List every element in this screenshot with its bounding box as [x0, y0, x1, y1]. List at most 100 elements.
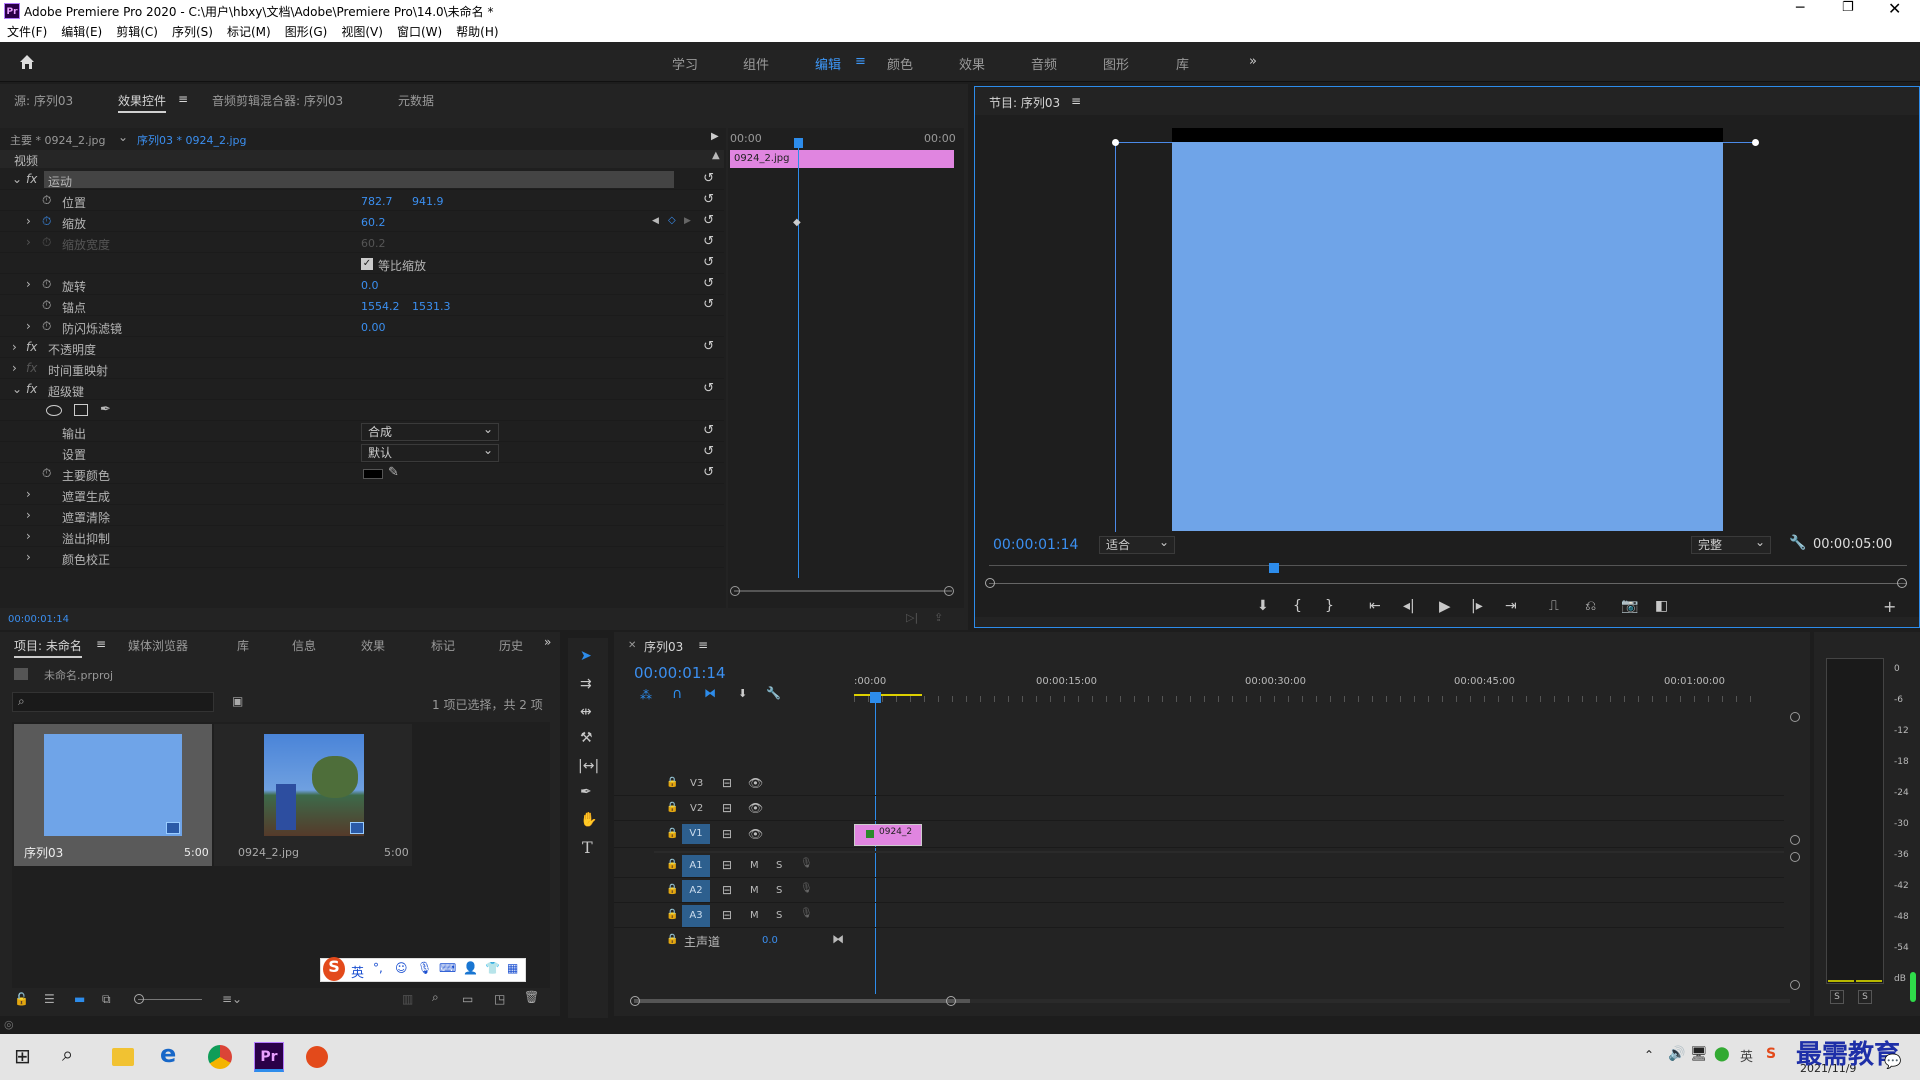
panel-menu-icon[interactable]: ≡: [96, 637, 106, 651]
chrome-icon[interactable]: [208, 1045, 232, 1069]
menu-help[interactable]: 帮助(H): [449, 22, 505, 42]
reset-icon[interactable]: ↺: [703, 423, 714, 438]
ime-keyboard-icon[interactable]: ⌨: [439, 961, 456, 975]
sogou-tray-icon[interactable]: S: [1766, 1046, 1776, 1062]
track-lock-icon[interactable]: 🔒: [666, 934, 678, 945]
network-icon[interactable]: 🖥: [1690, 1046, 1708, 1062]
mute-button[interactable]: M: [750, 885, 759, 896]
filter-icon[interactable]: ▷|: [906, 611, 918, 624]
color-correct-row[interactable]: › 颜色校正: [0, 547, 724, 568]
lift-icon[interactable]: ⎍: [1549, 598, 1559, 614]
reset-icon[interactable]: ↺: [703, 444, 714, 459]
workspace-assembly[interactable]: 组件: [743, 54, 769, 73]
trash-icon[interactable]: 🗑: [524, 990, 539, 1004]
type-tool-icon[interactable]: T: [582, 838, 593, 857]
project-item-image[interactable]: 0924_2.jpg 5:00: [214, 724, 412, 866]
scroll-handle-left[interactable]: [985, 578, 995, 588]
nest-icon[interactable]: ⁂: [640, 688, 652, 702]
restore-button[interactable]: ❐: [1842, 0, 1854, 15]
workspace-libraries[interactable]: 库: [1176, 54, 1189, 73]
track-lock-icon[interactable]: 🔒: [666, 828, 678, 839]
project-search-input[interactable]: ⌕: [12, 692, 214, 712]
mark-in-icon[interactable]: {: [1293, 598, 1302, 614]
tab-libraries[interactable]: 库: [237, 637, 249, 654]
stopwatch-active-icon[interactable]: ⏱: [42, 214, 51, 229]
menu-view[interactable]: 视图(V): [334, 22, 390, 42]
video-frame[interactable]: [1172, 142, 1723, 531]
eye-icon[interactable]: 👁: [748, 827, 763, 841]
solo-button[interactable]: S: [776, 910, 782, 921]
ime-skin-icon[interactable]: 👕: [485, 961, 500, 975]
timeline-clip[interactable]: 0924_2: [854, 824, 922, 846]
settings-wrench-icon[interactable]: 🔧: [766, 686, 781, 700]
linked-selection-icon[interactable]: ⧓: [704, 686, 716, 700]
rotation-value[interactable]: 0.0: [361, 279, 379, 292]
mini-scrollbar[interactable]: [734, 590, 952, 592]
timeline-ruler[interactable]: :00:00 00:00:15:00 00:00:30:00 00:00:45:…: [854, 672, 1784, 702]
pen-tool-icon[interactable]: ✒: [580, 784, 592, 800]
twirl-closed-icon[interactable]: ›: [12, 340, 17, 354]
stopwatch-icon[interactable]: ⏱: [42, 298, 51, 313]
twirl-closed-icon[interactable]: ›: [26, 508, 31, 522]
tab-project[interactable]: 项目: 未命名: [14, 637, 82, 658]
ime-emoji-icon[interactable]: ☺: [395, 961, 408, 975]
opacity-row[interactable]: › fx 不透明度 ↺: [0, 337, 724, 358]
ellipse-mask-icon[interactable]: [46, 405, 62, 416]
project-item-sequence[interactable]: 序列03 5:00: [14, 724, 212, 866]
anchor-x-value[interactable]: 1554.2: [361, 300, 400, 313]
track-label[interactable]: V3: [690, 778, 703, 789]
track-label[interactable]: V2: [690, 803, 703, 814]
ripple-edit-tool-icon[interactable]: ⇹: [580, 704, 592, 720]
spill-row[interactable]: › 溢出抑制: [0, 526, 724, 547]
more-workspaces-icon[interactable]: »: [1249, 54, 1257, 69]
reset-icon[interactable]: ↺: [703, 339, 714, 354]
workspace-learn[interactable]: 学习: [672, 54, 698, 73]
program-timecode[interactable]: 00:00:01:14: [993, 537, 1078, 553]
program-scroll-track[interactable]: [989, 583, 1907, 584]
mute-button[interactable]: M: [750, 910, 759, 921]
tab-markers[interactable]: 标记: [431, 637, 455, 654]
close-button[interactable]: ✕: [1888, 0, 1901, 18]
edge-browser-icon[interactable]: e: [160, 1040, 176, 1068]
step-back-icon[interactable]: ◂|: [1403, 598, 1415, 614]
notification-icon[interactable]: 💬: [1884, 1054, 1901, 1070]
reset-icon[interactable]: ↺: [703, 213, 714, 228]
slip-tool-icon[interactable]: |↔|: [578, 758, 599, 774]
program-title[interactable]: 节目: 序列03: [989, 94, 1060, 111]
workspace-menu-icon[interactable]: ≡: [855, 54, 866, 69]
security-tray-icon[interactable]: ⬤: [1714, 1046, 1730, 1062]
workspace-graphics[interactable]: 图形: [1103, 54, 1129, 73]
eyedropper-icon[interactable]: ✎: [388, 465, 399, 480]
ime-user-icon[interactable]: 👤: [463, 961, 478, 975]
sort-icon[interactable]: ≡⌄: [222, 992, 242, 1006]
time-remap-row[interactable]: › fx 时间重映射: [0, 358, 724, 379]
expand-timeline-icon[interactable]: ▶: [711, 131, 719, 142]
ime-grid-icon[interactable]: ▦: [507, 961, 518, 975]
razor-tool-icon[interactable]: ⚒: [580, 730, 593, 746]
more-tabs-icon[interactable]: »: [544, 635, 551, 649]
file-explorer-icon[interactable]: [112, 1048, 134, 1066]
workspace-audio[interactable]: 音频: [1031, 54, 1057, 73]
setting-dropdown[interactable]: 默认: [361, 442, 499, 462]
icon-view-icon[interactable]: ▬: [74, 992, 85, 1006]
reset-icon[interactable]: ↺: [703, 297, 714, 312]
sync-lock-icon[interactable]: ⊟: [722, 883, 732, 897]
twirl-open-icon[interactable]: ⌄: [12, 382, 22, 396]
panel-menu-icon[interactable]: ≡: [178, 92, 188, 106]
panel-menu-icon[interactable]: ≡: [698, 638, 708, 652]
sync-lock-icon[interactable]: ⊟: [722, 908, 732, 922]
twirl-closed-icon[interactable]: ›: [26, 214, 31, 228]
close-tab-icon[interactable]: ✕: [628, 640, 636, 651]
twirl-closed-icon[interactable]: ›: [26, 487, 31, 501]
lock-icon[interactable]: 🔓: [14, 992, 29, 1006]
stopwatch-icon[interactable]: ⏱: [42, 193, 51, 208]
zoom-slider[interactable]: [138, 999, 202, 1000]
mic-icon[interactable]: 🎙: [800, 858, 813, 869]
chevron-down-icon[interactable]: ⌄: [118, 130, 128, 144]
flicker-value[interactable]: 0.00: [361, 321, 386, 334]
snap-icon[interactable]: ∩: [672, 686, 682, 702]
menu-clip[interactable]: 剪辑(C): [109, 22, 165, 42]
solo-button[interactable]: S: [776, 885, 782, 896]
mute-button[interactable]: M: [750, 860, 759, 871]
matte-clean-row[interactable]: › 遮罩清除: [0, 505, 724, 526]
